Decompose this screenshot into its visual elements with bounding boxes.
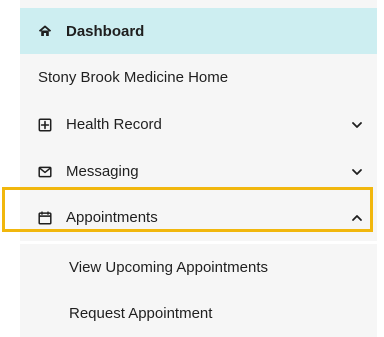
sidebar-item-messaging[interactable]: Messaging <box>20 148 377 195</box>
sidebar-item-stony-brook-medicine-home[interactable]: Stony Brook Medicine Home <box>20 54 377 101</box>
sidebar-item-label: Stony Brook Medicine Home <box>38 69 229 86</box>
calendar-icon <box>38 210 52 225</box>
home-icon <box>38 24 52 38</box>
mail-icon <box>38 165 52 179</box>
submenu-item-request-appointment[interactable]: Request Appointment <box>20 290 377 337</box>
submenu-item-label: View Upcoming Appointments <box>69 259 268 276</box>
chevron-down-icon[interactable] <box>349 164 365 180</box>
chevron-up-icon[interactable] <box>349 210 365 226</box>
sidebar-menu: Dashboard Stony Brook Medicine Home Heal… <box>20 0 377 337</box>
submenu-item-label: Request Appointment <box>69 305 213 322</box>
submenu-item-view-upcoming-appointments[interactable]: View Upcoming Appointments <box>20 244 377 291</box>
sidebar-item-label: Appointments <box>66 209 158 226</box>
sidebar-item-health-record[interactable]: Health Record <box>20 101 377 148</box>
chevron-down-icon[interactable] <box>349 117 365 133</box>
sidebar-item-label: Dashboard <box>66 22 145 40</box>
health-record-icon <box>38 118 52 132</box>
sidebar-item-label: Health Record <box>66 116 162 133</box>
sidebar-item-appointments[interactable]: Appointments <box>20 194 377 241</box>
sidebar-item-dashboard[interactable]: Dashboard <box>20 8 377 54</box>
sidebar-item-label: Messaging <box>66 163 139 180</box>
sidebar-top-strip <box>20 0 377 8</box>
